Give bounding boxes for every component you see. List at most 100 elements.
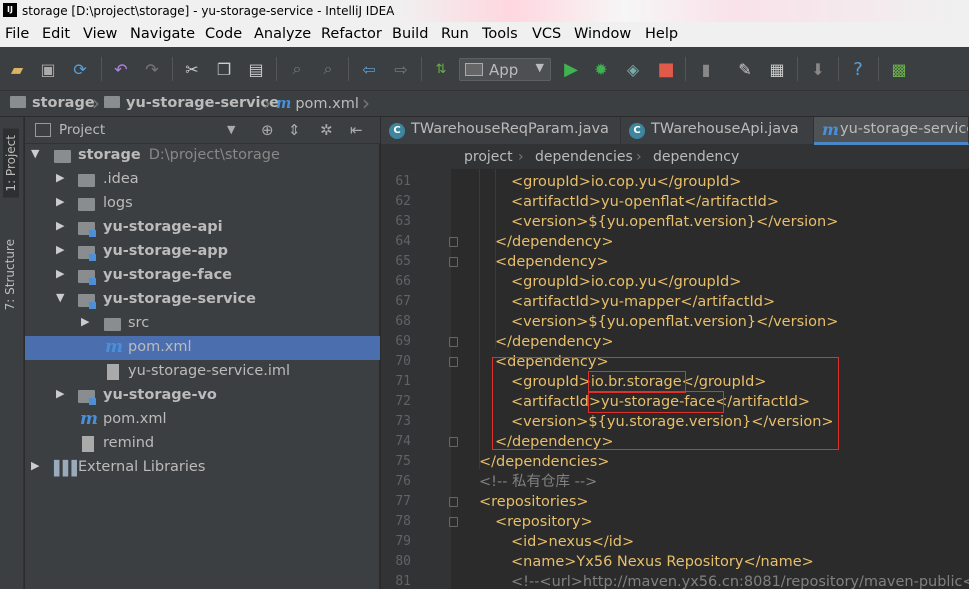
- maven-icon: m: [276, 95, 292, 112]
- library-icon: ▌▌▌: [54, 461, 82, 477]
- menu-help[interactable]: Help: [645, 26, 678, 42]
- tree-item-src[interactable]: ▶ src: [25, 312, 380, 336]
- terminal-icon[interactable]: ▩: [888, 58, 910, 80]
- code-comment-line: <!--<url>http://maven.yx56.cn:8081/repos…: [511, 574, 969, 589]
- collapse-all-icon[interactable]: ⇕: [288, 121, 301, 139]
- back-icon[interactable]: ⇦: [358, 58, 380, 80]
- menu-file[interactable]: File: [5, 26, 29, 42]
- chevron-right-icon[interactable]: ▶: [56, 243, 64, 256]
- breadcrumb-module[interactable]: yu-storage-service: [104, 95, 279, 111]
- menu-build[interactable]: Build: [392, 26, 428, 42]
- menu-code[interactable]: Code: [205, 26, 242, 42]
- project-view-selector[interactable]: Project: [59, 122, 105, 138]
- code-line: <name>Yx56 Nexus Repository</name>: [511, 554, 814, 570]
- structure-icon[interactable]: ▦: [766, 58, 788, 80]
- tab-label: yu-storage-service: [840, 121, 969, 137]
- paste-icon[interactable]: ▤: [245, 58, 267, 80]
- line-number: 73: [395, 414, 411, 429]
- sdk-icon[interactable]: ▮: [695, 58, 717, 80]
- code-line: <dependency>: [495, 254, 609, 270]
- menu-refactor[interactable]: Refactor: [321, 26, 382, 42]
- menu-tools[interactable]: Tools: [482, 26, 518, 42]
- run-configuration-select[interactable]: App ▼: [459, 58, 551, 81]
- menu-view[interactable]: View: [83, 26, 117, 42]
- toolbar-separator: [685, 57, 686, 81]
- tab-twarehouseapi[interactable]: C TWarehouseApi.java: [621, 117, 814, 145]
- menu-analyze[interactable]: Analyze: [254, 26, 311, 42]
- menu-run[interactable]: Run: [441, 26, 469, 42]
- chevron-right-icon[interactable]: ▶: [56, 171, 64, 184]
- forward-icon[interactable]: ⇨: [390, 58, 412, 80]
- chevron-down-icon[interactable]: ▼: [227, 123, 235, 136]
- xml-crumb-project[interactable]: project: [464, 149, 513, 165]
- tree-item-yu-storage-api[interactable]: ▶ yu-storage-api: [25, 216, 380, 240]
- menu-vcs[interactable]: VCS: [532, 26, 561, 42]
- redo-icon[interactable]: ↷: [141, 58, 163, 80]
- xml-crumb-dependencies[interactable]: dependencies: [535, 149, 633, 165]
- menu-edit[interactable]: Edit: [42, 26, 70, 42]
- module-folder-icon: [104, 96, 120, 108]
- chevron-right-icon[interactable]: ▶: [81, 315, 89, 328]
- xml-crumb-dependency[interactable]: dependency: [653, 149, 739, 165]
- replace-icon[interactable]: ⌕: [317, 58, 339, 80]
- tree-item-yu-storage-face[interactable]: ▶ yu-storage-face: [25, 264, 380, 288]
- settings-icon[interactable]: ✎: [734, 58, 756, 80]
- save-icon[interactable]: ▣: [37, 58, 59, 80]
- run-icon[interactable]: ▶: [560, 58, 582, 80]
- tree-item-yu-storage-service[interactable]: ▼ yu-storage-service: [25, 288, 380, 312]
- tab-twarehousereqparam[interactable]: C TWarehouseReqParam.java: [381, 117, 621, 145]
- open-folder-icon[interactable]: ▰: [6, 58, 28, 80]
- hide-panel-icon[interactable]: ⇤: [350, 121, 363, 139]
- chevron-down-icon[interactable]: ▼: [31, 147, 39, 160]
- chevron-right-icon[interactable]: ▶: [31, 459, 39, 472]
- tree-item-remind[interactable]: remind: [25, 432, 380, 456]
- tree-item-idea[interactable]: ▶ .idea: [25, 168, 380, 192]
- class-icon: C: [629, 123, 645, 139]
- debug-icon[interactable]: ✹: [590, 58, 612, 80]
- code-line: <groupId>io.cop.yu</groupId>: [511, 274, 742, 290]
- chevron-right-icon[interactable]: ▶: [56, 267, 64, 280]
- locate-icon[interactable]: ⊕: [261, 121, 274, 139]
- chevron-right-icon[interactable]: ▶: [56, 387, 64, 400]
- coverage-icon[interactable]: ◈: [622, 58, 644, 80]
- line-number: 67: [395, 294, 411, 309]
- tab-yu-storage-service-pom[interactable]: m yu-storage-service: [814, 117, 969, 145]
- tree-item-pom-xml-selected[interactable]: m pom.xml: [25, 336, 380, 360]
- chevron-right-icon[interactable]: ▶: [56, 219, 64, 232]
- menu-navigate[interactable]: Navigate: [130, 26, 195, 42]
- tree-item-storage[interactable]: ▼ storage D:\project\storage: [25, 144, 380, 168]
- editor: C TWarehouseReqParam.java C TWarehouseAp…: [381, 117, 969, 589]
- breadcrumb-storage[interactable]: storage: [10, 95, 95, 111]
- tab-project-tool[interactable]: 1: Project: [3, 129, 19, 198]
- sync-icon[interactable]: ⟳: [69, 58, 91, 80]
- breadcrumb-file[interactable]: m pom.xml: [276, 95, 359, 112]
- tree-item-root-pom-xml[interactable]: m pom.xml: [25, 408, 380, 432]
- code-line: </dependency>: [495, 334, 614, 350]
- cut-icon[interactable]: ✂: [181, 58, 203, 80]
- chevron-right-icon[interactable]: ▶: [56, 195, 64, 208]
- tree-item-label: storage D:\project\storage: [78, 147, 280, 163]
- menu-window[interactable]: Window: [574, 26, 631, 42]
- undo-icon[interactable]: ↶: [110, 58, 132, 80]
- gear-icon[interactable]: ✲: [320, 121, 333, 139]
- help-icon[interactable]: ?: [847, 58, 869, 80]
- tree-item-external-libraries[interactable]: ▶ ▌▌▌ External Libraries: [25, 456, 380, 480]
- tree-item-yu-storage-vo[interactable]: ▶ yu-storage-vo: [25, 384, 380, 408]
- code-line: </dependencies>: [479, 454, 610, 470]
- tab-structure-tool[interactable]: 7: Structure: [3, 239, 17, 310]
- maven-icon: m: [822, 120, 839, 139]
- copy-icon[interactable]: ❐: [213, 58, 235, 80]
- chevron-right-icon: ›: [92, 91, 100, 115]
- build-icon[interactable]: ⇅: [430, 58, 452, 80]
- tree-item-yu-storage-app[interactable]: ▶ yu-storage-app: [25, 240, 380, 264]
- tree-item-iml[interactable]: yu-storage-service.iml: [25, 360, 380, 384]
- tree-item-label: yu-storage-app: [103, 243, 229, 259]
- chevron-right-icon: ›: [636, 149, 642, 165]
- code-line: <artifactId>yu-openflat</artifactId>: [511, 192, 779, 212]
- stop-icon[interactable]: ■: [655, 58, 677, 80]
- find-icon[interactable]: ⌕: [286, 58, 308, 80]
- code-line: <repositories>: [479, 494, 589, 510]
- tree-item-logs[interactable]: ▶ logs: [25, 192, 380, 216]
- vcs-icon[interactable]: ⬇: [807, 58, 829, 80]
- chevron-down-icon[interactable]: ▼: [56, 291, 64, 304]
